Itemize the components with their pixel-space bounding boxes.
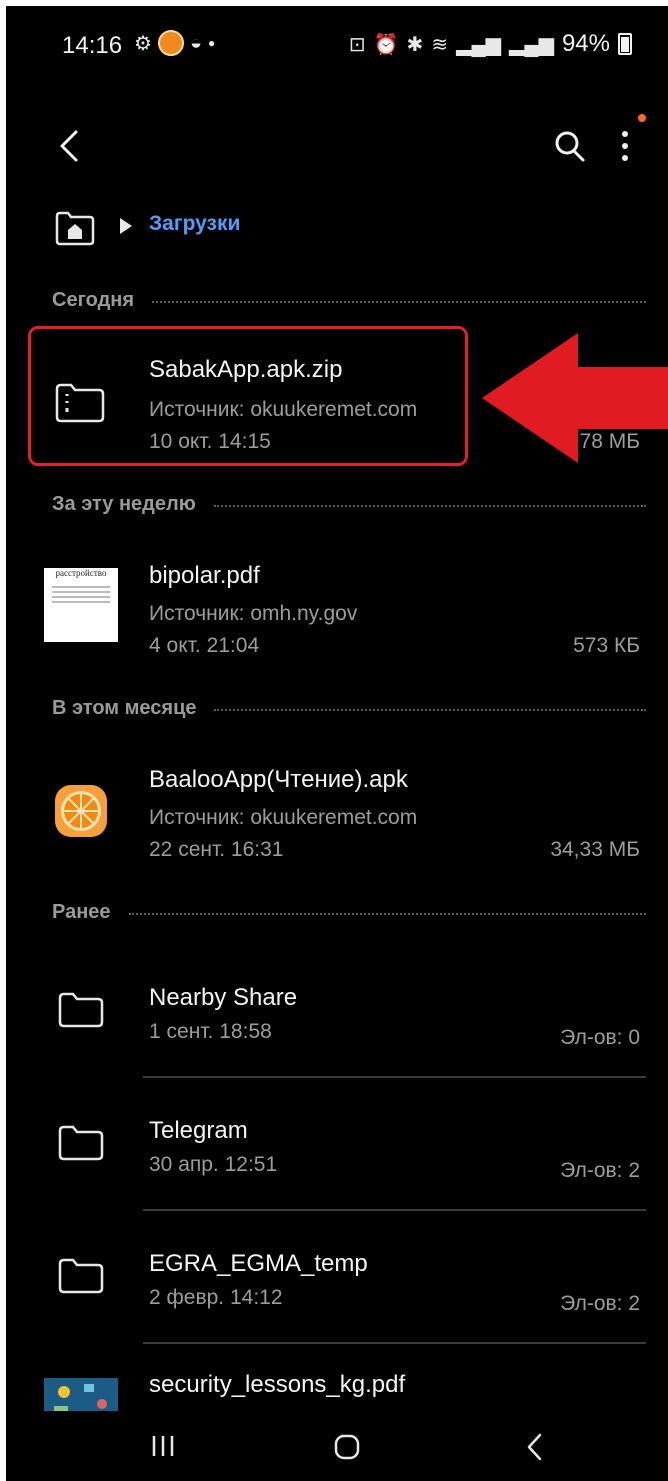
folder-row-nearby-share[interactable]: Nearby Share 1 сент. 18:58 Эл-ов: 0 bbox=[6, 966, 668, 1086]
file-source: Источник: okuukeremet.com bbox=[149, 806, 418, 829]
file-name: Nearby Share bbox=[149, 984, 298, 1011]
more-options-icon[interactable] bbox=[610, 124, 640, 168]
status-right-icons: ⊡ ⏰ ✱ ≋ ▂▄▆ ▂▄▆ 94% bbox=[349, 30, 632, 58]
pdf-thumb-title: расстройство bbox=[55, 568, 107, 578]
file-name: bipolar.pdf bbox=[149, 562, 260, 589]
recent-apps-icon[interactable] bbox=[150, 1434, 176, 1458]
bluetooth-icon: ✱ bbox=[406, 33, 424, 56]
status-time: 14:16 bbox=[62, 32, 123, 59]
section-this-month: В этом месяце bbox=[52, 693, 646, 723]
file-date: 30 апр. 12:51 bbox=[149, 1153, 278, 1176]
section-divider bbox=[213, 505, 646, 507]
search-icon[interactable] bbox=[550, 124, 590, 168]
file-name: BaalooApp(Чтение).apk bbox=[149, 766, 408, 793]
section-divider bbox=[152, 301, 646, 303]
file-name: Telegram bbox=[149, 1117, 248, 1144]
row-divider bbox=[143, 1209, 646, 1211]
back-button[interactable] bbox=[50, 124, 90, 168]
section-today: Сегодня bbox=[52, 285, 646, 315]
file-manager-screen: 14:16 ⚙ ◒ ● ⊡ ⏰ ✱ ≋ ▂▄▆ ▂▄▆ 94% Загрузки… bbox=[6, 6, 668, 1481]
wifi-icon: ≋ bbox=[431, 33, 449, 56]
row-divider bbox=[143, 1076, 646, 1078]
file-date: 2 февр. 14:12 bbox=[149, 1286, 283, 1309]
section-label: Ранее bbox=[52, 900, 111, 923]
file-size: 573 КБ bbox=[573, 634, 640, 657]
section-divider bbox=[214, 709, 646, 711]
file-date: 1 сент. 18:58 bbox=[149, 1020, 272, 1043]
status-left-icons: ⚙ ◒ ● bbox=[134, 30, 215, 56]
more-dot-icon: ● bbox=[208, 36, 216, 50]
alarm-icon: ⏰ bbox=[373, 33, 399, 56]
pdf-thumbnail: расстройство bbox=[44, 568, 118, 642]
folder-row-egra-egma[interactable]: EGRA_EGMA_temp 2 февр. 14:12 Эл-ов: 2 bbox=[6, 1232, 668, 1352]
app-notification-icon bbox=[157, 30, 184, 56]
battery-level: 94% bbox=[561, 30, 610, 57]
section-divider bbox=[128, 913, 646, 915]
breadcrumb-arrow-icon bbox=[120, 218, 132, 234]
signal-icon-2: ▂▄▆ bbox=[509, 33, 554, 56]
bowl-icon: ◒ bbox=[189, 31, 203, 54]
item-count: Эл-ов: 0 bbox=[560, 1026, 640, 1049]
section-label: В этом месяце bbox=[52, 696, 197, 719]
file-row-baalooapp[interactable]: BaalooApp(Чтение).apk Источник: okuukere… bbox=[6, 750, 668, 870]
file-size: 34,33 МБ bbox=[550, 838, 640, 861]
pdf-thumb-lines bbox=[52, 586, 110, 603]
breadcrumb-downloads[interactable]: Загрузки bbox=[149, 212, 240, 236]
folder-icon bbox=[58, 992, 104, 1028]
section-label: Сегодня bbox=[52, 288, 135, 311]
battery-icon bbox=[618, 33, 632, 55]
signal-icon: ▂▄▆ bbox=[456, 33, 502, 56]
back-nav-icon[interactable] bbox=[524, 1432, 546, 1462]
item-count: Эл-ов: 2 bbox=[560, 1159, 640, 1182]
item-count: Эл-ов: 2 bbox=[560, 1292, 640, 1315]
gear-icon: ⚙ bbox=[134, 32, 152, 55]
home-nav-icon[interactable] bbox=[334, 1434, 360, 1460]
section-label: За эту неделю bbox=[52, 492, 196, 515]
file-date: 22 сент. 16:31 bbox=[149, 838, 284, 861]
home-folder-icon[interactable] bbox=[54, 210, 96, 246]
section-earlier: Ранее bbox=[52, 897, 646, 927]
folder-row-telegram[interactable]: Telegram 30 апр. 12:51 Эл-ов: 2 bbox=[6, 1099, 668, 1219]
file-name: EGRA_EGMA_temp bbox=[149, 1250, 368, 1277]
row-divider bbox=[143, 1342, 646, 1344]
lock-rotation-icon: ⊡ bbox=[348, 33, 366, 56]
folder-icon bbox=[58, 1125, 104, 1161]
red-pointer-arrow bbox=[482, 333, 668, 463]
file-date: 4 окт. 21:04 bbox=[149, 634, 260, 657]
file-source: Источник: omh.ny.gov bbox=[149, 602, 358, 625]
orange-app-icon bbox=[55, 785, 107, 837]
highlight-frame bbox=[28, 326, 468, 466]
section-this-week: За эту неделю bbox=[52, 489, 646, 519]
status-bar: 14:16 ⚙ ◒ ● ⊡ ⏰ ✱ ≋ ▂▄▆ ▂▄▆ 94% bbox=[6, 6, 668, 76]
notification-dot bbox=[638, 114, 646, 122]
file-name: security_lessons_kg.pdf bbox=[149, 1371, 406, 1398]
folder-icon bbox=[58, 1258, 104, 1294]
